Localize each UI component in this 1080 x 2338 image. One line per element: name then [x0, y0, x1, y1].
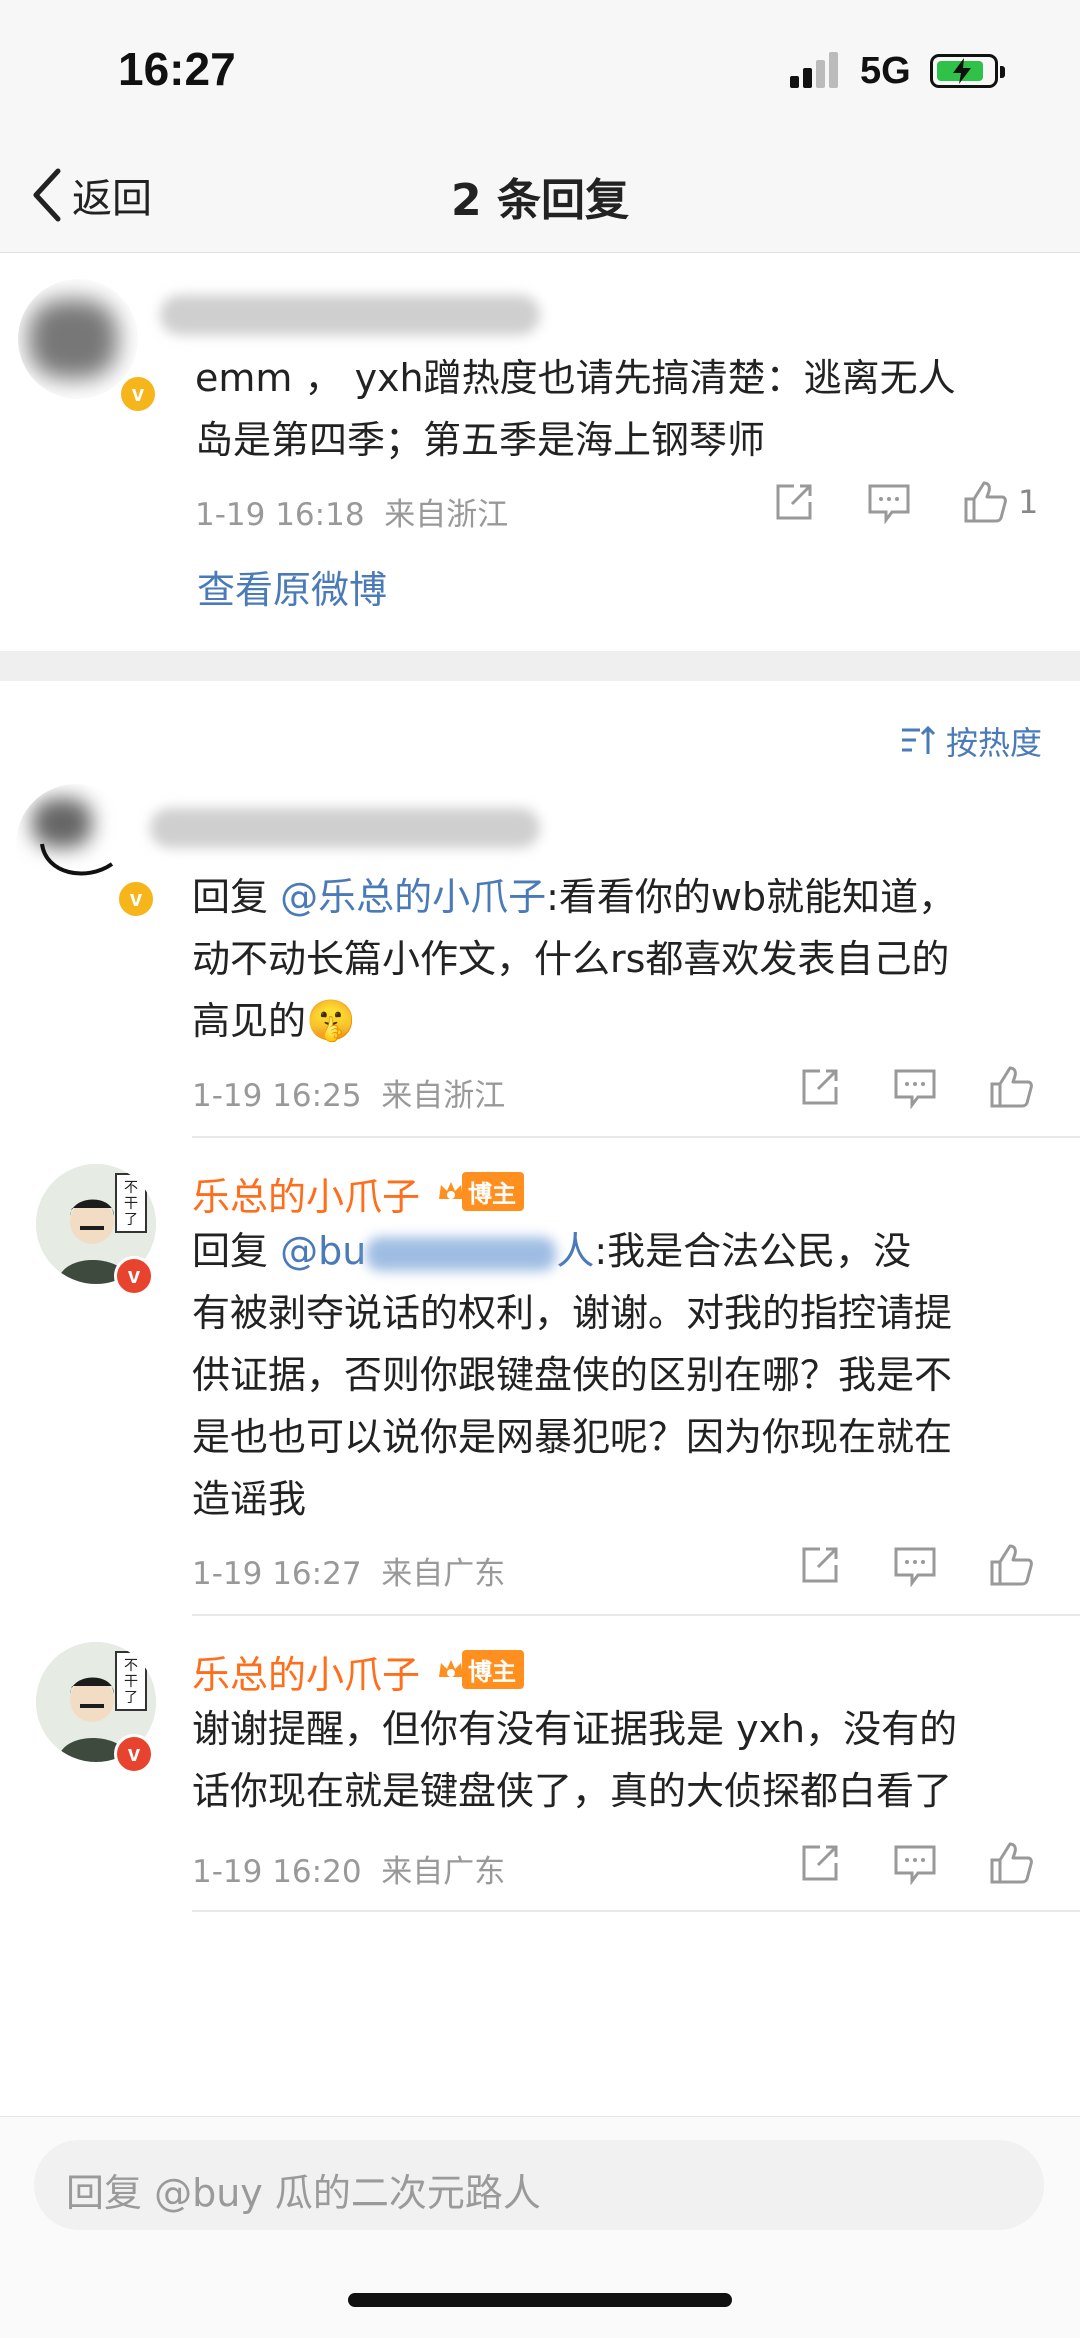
reply-actions [798, 1542, 1034, 1588]
share-icon [802, 1547, 838, 1583]
page-title: 2 条回复 [451, 175, 629, 226]
verified-badge-icon: v [118, 374, 158, 414]
reply-location: 来自广东 [381, 1556, 506, 1592]
status-time: 16:27 [118, 43, 236, 95]
battery-icon [930, 54, 1005, 88]
sort-label: 按热度 [945, 724, 1042, 762]
comment-location: 来自浙江 [384, 497, 509, 533]
divider [192, 1614, 1080, 1616]
svg-text:不: 不 [124, 1180, 138, 1196]
reply-location: 来自广东 [381, 1854, 506, 1890]
username-blurred [150, 808, 540, 848]
blogger-badge: 博主 [436, 1172, 524, 1211]
svg-text:了: 了 [124, 1212, 138, 1228]
comment-time: 1-19 16:18 [195, 497, 365, 533]
reply-time: 1-19 16:25 [192, 1078, 362, 1114]
view-original-link[interactable]: 查看原微博 [197, 559, 387, 614]
like-button[interactable]: 1 [962, 479, 1038, 525]
reply-text: 回复 @乐总的小爪子:看看你的wb就能知道， 动不动长篇小作文，什么rs都喜欢发… [192, 875, 957, 1044]
comment-button[interactable] [892, 1065, 938, 1109]
like-button[interactable] [988, 1064, 1034, 1110]
reply-actions [798, 1064, 1034, 1110]
network-type: 5G [860, 50, 911, 92]
svg-text:干: 干 [124, 1674, 138, 1690]
comment-icon [894, 1069, 936, 1109]
share-button[interactable] [798, 1543, 842, 1587]
mention-link[interactable]: @bu 人 [280, 1229, 594, 1273]
username[interactable]: 乐总的小爪子 [192, 1644, 420, 1699]
comment-icon [894, 1547, 936, 1587]
comment-icon [894, 1845, 936, 1885]
avatar[interactable]: 不 干 了 v [36, 1642, 156, 1774]
shush-emoji: 🤫 [306, 998, 356, 1044]
like-button[interactable] [988, 1840, 1034, 1886]
reply-input[interactable]: 回复 @buy 瓜的二次元路人 [34, 2140, 1044, 2230]
username[interactable]: 乐总的小爪子 [192, 1166, 420, 1221]
comment-button[interactable] [892, 1543, 938, 1587]
mention-link[interactable]: @乐总的小爪子 [280, 875, 546, 919]
comment-icon [868, 484, 910, 524]
like-button[interactable] [988, 1542, 1034, 1588]
blogger-badge: 博主 [436, 1650, 524, 1689]
reply-actions [798, 1840, 1034, 1886]
cellular-signal-icon [790, 52, 840, 88]
comment-button[interactable] [892, 1841, 938, 1885]
sort-icon [901, 725, 936, 754]
comment-meta: 1-19 16:18 来自浙江 [195, 489, 508, 534]
share-button[interactable] [798, 1065, 842, 1109]
reply-meta: 1-19 16:20 来自广东 [192, 1846, 505, 1891]
reply-text: 谢谢提醒，但你有没有证据我是 yxh，没有的 话你现在就是键盘侠了，真的大侦探都… [192, 1707, 958, 1813]
comment-text: emm ， yxh蹭热度也请先搞清楚：逃离无人 岛是第四季；第五季是海上钢琴师 [195, 356, 956, 462]
divider [192, 1910, 1080, 1912]
nav-bar: 返回 2 条回复 [0, 140, 1080, 253]
avatar[interactable]: 不 干 了 v [36, 1164, 156, 1296]
home-indicator[interactable] [348, 2293, 732, 2307]
original-comment: v emm ， yxh蹭热度也请先搞清楚：逃离无人 岛是第四季；第五季是海上钢琴… [0, 253, 1080, 651]
reply-meta: 1-19 16:25 来自浙江 [192, 1070, 505, 1115]
reply-time: 1-19 16:20 [192, 1854, 362, 1890]
thumbs-up-icon [990, 1842, 1033, 1884]
section-gap [0, 651, 1080, 681]
svg-text:干: 干 [124, 1196, 138, 1212]
verified-badge-icon: v [116, 879, 156, 919]
status-bar: 16:27 5G [0, 0, 1080, 140]
share-icon [776, 484, 812, 520]
svg-text:了: 了 [124, 1690, 138, 1706]
avatar[interactable]: v [16, 784, 156, 919]
verified-badge-icon: v [114, 1734, 154, 1774]
svg-text:不: 不 [124, 1658, 138, 1674]
like-count: 1 [1018, 483, 1039, 521]
reply-placeholder: 回复 @buy 瓜的二次元路人 [66, 2171, 541, 2215]
thumbs-up-icon [964, 481, 1007, 523]
reply-meta: 1-19 16:27 来自广东 [192, 1548, 505, 1593]
reply-location: 来自浙江 [381, 1078, 506, 1114]
avatar[interactable]: v [18, 279, 158, 414]
comment-button[interactable] [866, 480, 912, 524]
share-icon [802, 1845, 838, 1881]
share-icon [802, 1069, 838, 1105]
share-button[interactable] [798, 1841, 842, 1885]
reply-time: 1-19 16:27 [192, 1556, 362, 1592]
thumbs-up-icon [990, 1066, 1033, 1108]
reply-text: 回复 @bu 人:我是合法公民，没 有被剥夺说话的权利，谢谢。对我的指控请提 供证… [192, 1229, 953, 1521]
verified-badge-icon: v [114, 1256, 154, 1296]
share-button[interactable] [772, 480, 816, 524]
sort-by-hot-button[interactable]: 按热度 [900, 718, 1042, 764]
username-blurred [160, 295, 540, 335]
thumbs-up-icon [990, 1544, 1033, 1586]
comment-actions: 1 [772, 479, 1038, 525]
divider [192, 1136, 1080, 1138]
